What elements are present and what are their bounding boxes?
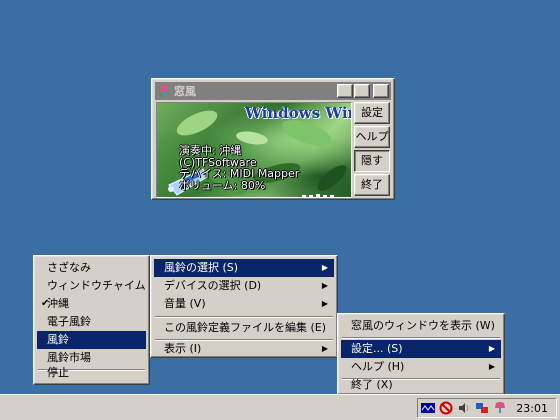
menu-item-label: 終了 (X): [351, 378, 393, 391]
menu-item-select-device[interactable]: デバイスの選択 (D) ▶: [154, 277, 334, 295]
status-info: 演奏中: 沖縄 (C)TFSoftware デバイス: MIDI Mapper …: [179, 145, 299, 191]
minimize-button[interactable]: _: [337, 84, 353, 98]
menu-item-label: ウィンドウチャイム: [47, 279, 146, 292]
submenu-arrow-icon: ▶: [488, 362, 495, 371]
status-device: デバイス: MIDI Mapper: [179, 167, 300, 180]
title-bar[interactable]: 窓風 _ □ ×: [155, 82, 391, 100]
progress-dot: [330, 195, 334, 197]
main-context-menu: 風鈴の選択 (S) ▶ デバイスの選択 (D) ▶ 音量 (V) ▶ この風鈴定…: [150, 255, 338, 358]
wind-bell-window: 窓風 _ □ × Windows Wind: [151, 78, 395, 200]
menu-separator: [155, 316, 333, 318]
clock[interactable]: 23:01: [516, 402, 548, 415]
exit-button[interactable]: 終了: [354, 174, 390, 196]
menu-item-label: さざなみ: [47, 261, 91, 274]
menu-item-label: デバイスの選択 (D): [164, 279, 262, 292]
menu-item-electronic-bell[interactable]: 電子風鈴: [37, 313, 146, 331]
menu-item-furin[interactable]: 風鈴: [37, 331, 146, 349]
progress-dot: [323, 195, 327, 197]
progress-indicator: [302, 194, 337, 197]
menu-item-window-chime[interactable]: ウィンドウチャイム: [37, 277, 146, 295]
menu-item-label: 設定... (S): [351, 342, 403, 355]
midi-icon[interactable]: [420, 401, 436, 415]
help-button[interactable]: ヘルプ: [354, 126, 390, 148]
menu-separator: [342, 337, 500, 339]
submenu-arrow-icon: ▶: [321, 299, 328, 308]
menu-item-label: 表示 (I): [164, 342, 202, 355]
checkmark-icon: ✔: [41, 298, 50, 309]
sound-select-menu: さざなみ ウィンドウチャイム ✔ 沖縄 電子風鈴 風鈴 風鈴市場 停止: [33, 255, 150, 385]
progress-dot: [302, 195, 306, 197]
wind-bell-app-icon: [157, 84, 171, 98]
menu-item-edit-definition[interactable]: この風鈴定義ファイルを編集 (E): [154, 319, 334, 337]
menu-item-label: 停止: [47, 366, 69, 379]
maximize-icon: □: [357, 85, 367, 96]
wind-bell-tray-icon[interactable]: [492, 401, 508, 415]
submenu-arrow-icon: ▶: [321, 263, 328, 272]
menu-item-label: この風鈴定義ファイルを編集 (E): [164, 321, 327, 334]
menu-item-exit[interactable]: 終了 (X): [341, 376, 501, 394]
menu-item-label: 窓風のウィンドウを表示 (W): [351, 319, 495, 332]
no-icon[interactable]: [438, 401, 454, 415]
taskbar: 23:01: [0, 394, 560, 420]
menu-item-okinawa[interactable]: ✔ 沖縄: [37, 295, 146, 313]
menu-item-display[interactable]: 表示 (I) ▶: [154, 340, 334, 358]
menu-item-label: 風鈴市場: [47, 351, 91, 364]
close-icon: ×: [376, 85, 386, 96]
system-tray: 23:01: [417, 398, 557, 418]
hide-button[interactable]: 隠す: [354, 150, 390, 172]
menu-item-sazanami[interactable]: さざなみ: [37, 259, 146, 277]
menu-item-label: 風鈴: [47, 333, 69, 346]
submenu-arrow-icon: ▶: [488, 344, 495, 353]
close-button[interactable]: ×: [373, 84, 389, 98]
menu-item-label: 沖縄: [47, 297, 69, 310]
volume-icon[interactable]: [456, 401, 472, 415]
status-playing: 演奏中: 沖縄: [179, 144, 242, 157]
leaf-picture: Windows Wind 演奏中: 沖縄 (C)TFSoftware デバイス:…: [156, 102, 352, 198]
menu-item-settings[interactable]: 設定... (S) ▶: [341, 340, 501, 358]
menu-item-stop[interactable]: 停止: [37, 364, 146, 382]
menu-item-help[interactable]: ヘルプ (H) ▶: [341, 358, 501, 376]
menu-item-label: 音量 (V): [164, 297, 206, 310]
settings-button[interactable]: 設定: [354, 102, 390, 124]
tray-context-menu: 窓風のウィンドウを表示 (W) 設定... (S) ▶ ヘルプ (H) ▶ 終了…: [337, 313, 505, 395]
menu-item-show-window[interactable]: 窓風のウィンドウを表示 (W): [341, 317, 501, 335]
menu-item-label: ヘルプ (H): [351, 360, 405, 373]
window-title: 窓風: [174, 85, 196, 98]
menu-item-label: 電子風鈴: [47, 315, 91, 328]
progress-dot: [309, 195, 313, 197]
banner-text: Windows Wind: [245, 104, 351, 122]
submenu-arrow-icon: ▶: [321, 281, 328, 290]
menu-item-volume[interactable]: 音量 (V) ▶: [154, 295, 334, 313]
network-icon[interactable]: [474, 401, 490, 415]
menu-item-select-bell[interactable]: 風鈴の選択 (S) ▶: [154, 259, 334, 277]
minimize-icon: _: [342, 85, 348, 96]
submenu-arrow-icon: ▶: [321, 344, 328, 353]
menu-item-label: 風鈴の選択 (S): [164, 261, 239, 274]
status-volume: ボリューム: 80%: [179, 178, 266, 192]
progress-dot: [316, 194, 320, 197]
maximize-button[interactable]: □: [354, 84, 370, 98]
